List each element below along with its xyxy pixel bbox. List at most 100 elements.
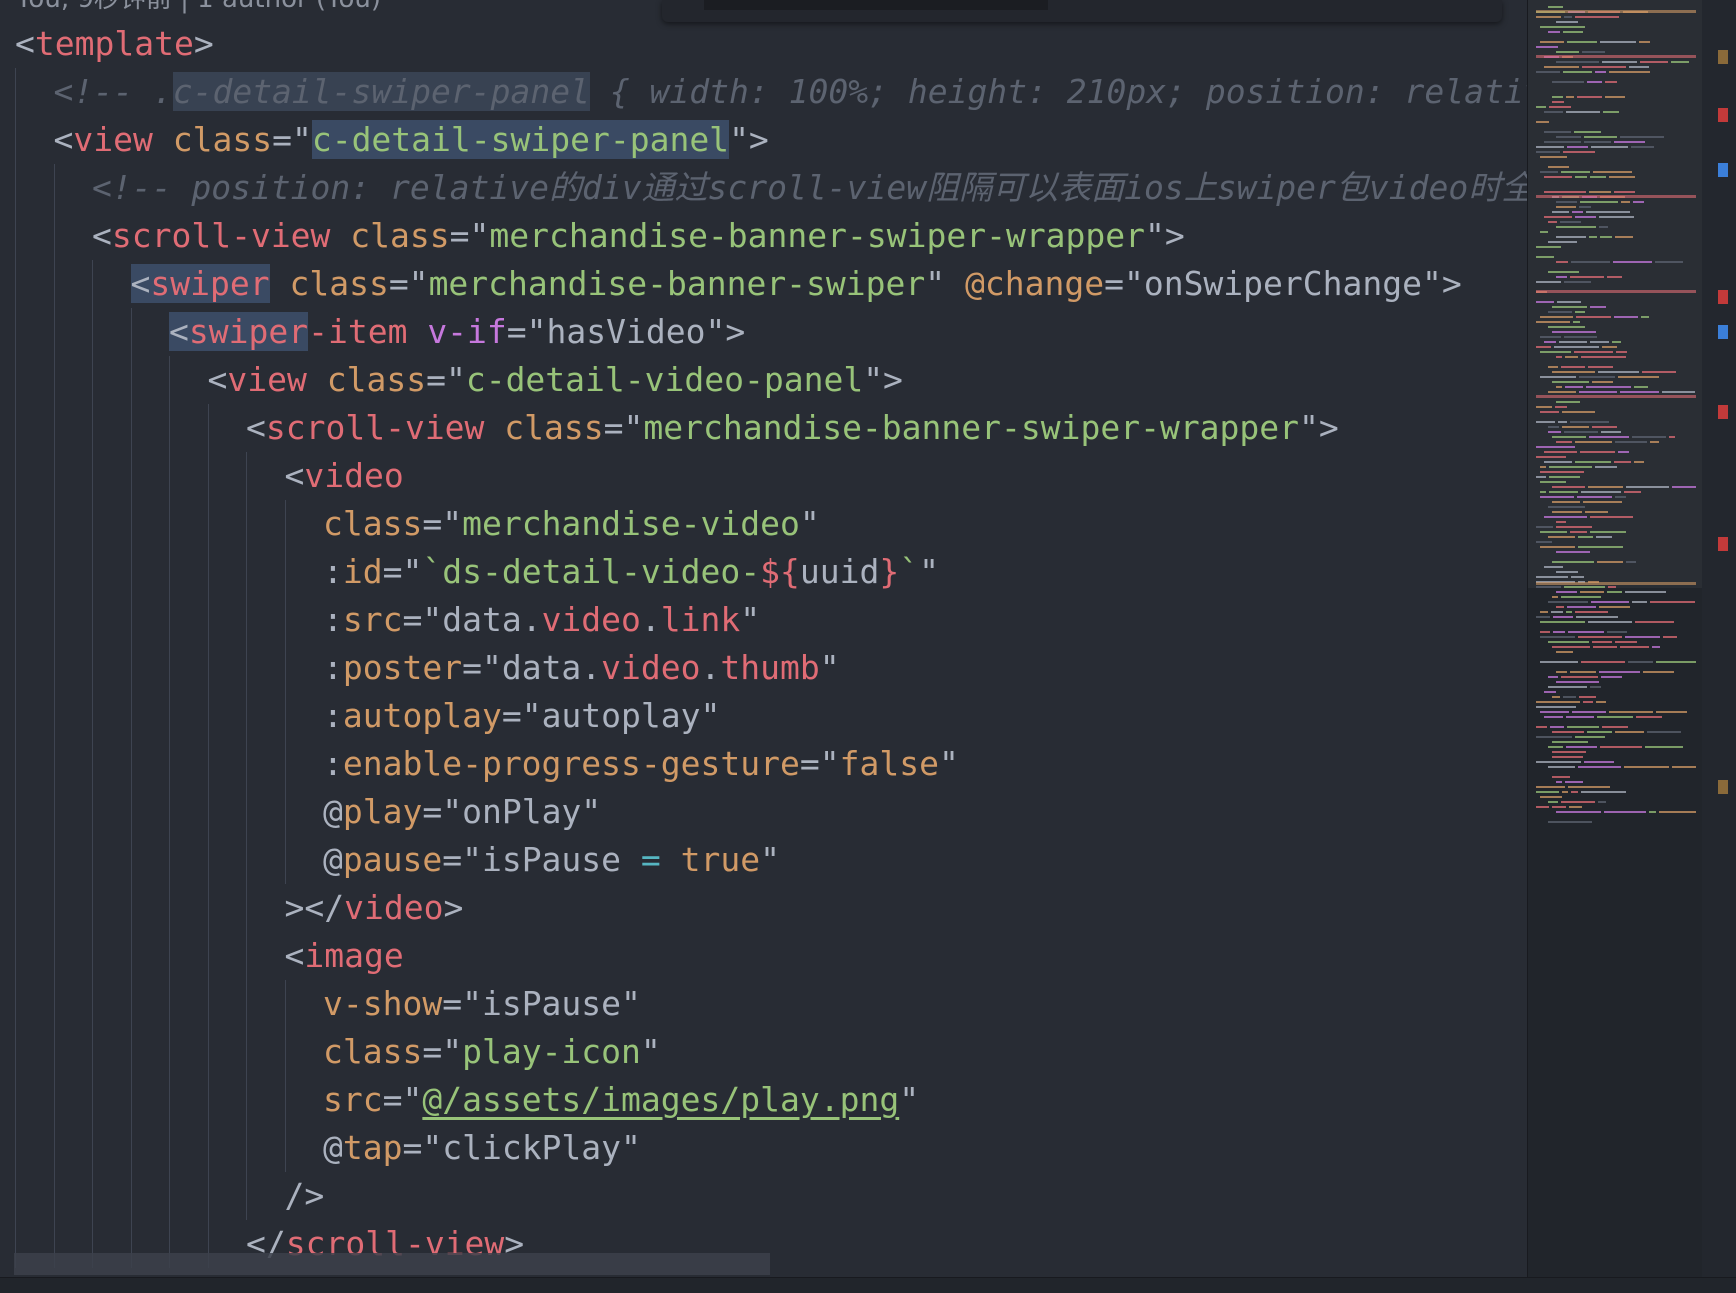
minimap[interactable] (1527, 0, 1703, 1277)
minimap-code-stroke (1536, 726, 1547, 728)
code-line[interactable]: :enable-progress-gesture="false" (0, 740, 1527, 788)
minimap-code-stroke (1552, 96, 1563, 98)
minimap-code-stroke (1588, 366, 1613, 368)
minimap-code-stroke (1540, 491, 1546, 493)
indent-guide (15, 212, 16, 260)
code-line[interactable]: :poster="data.video.thumb" (0, 644, 1527, 692)
minimap-code-stroke (1583, 501, 1622, 503)
minimap-code-stroke (1544, 191, 1586, 193)
minimap-code-stroke (1620, 646, 1649, 648)
code-token: ="onPlay" (422, 792, 602, 831)
code-line[interactable]: <swiper class="merchandise-banner-swiper… (0, 260, 1527, 308)
minimap-code-stroke (1536, 706, 1576, 708)
minimap-highlight-marker (1536, 10, 1696, 13)
code-token: view (73, 120, 153, 159)
code-editor[interactable]: You, 9秒钟前 | 1 author (You) <template><!-… (0, 0, 1527, 1292)
minimap-code-stroke (1578, 636, 1622, 638)
indent-guide (92, 596, 93, 644)
code-line[interactable]: @play="onPlay" (0, 788, 1527, 836)
minimap-code-stroke (1574, 131, 1601, 133)
overview-ruler[interactable] (1702, 0, 1736, 1277)
indent-guide (15, 500, 16, 548)
minimap-code-stroke (1540, 611, 1548, 613)
code-line[interactable]: <view class="c-detail-swiper-panel"> (0, 116, 1527, 164)
indent-guide (169, 788, 170, 836)
minimap-code-stroke (1536, 476, 1546, 478)
code-line[interactable]: class="play-icon" (0, 1028, 1527, 1076)
code-text: <swiper-item v-if="hasVideo"> (169, 308, 745, 356)
code-line[interactable]: class="merchandise-video" (0, 500, 1527, 548)
code-line[interactable]: <template> (0, 20, 1527, 68)
minimap-code-stroke (1552, 486, 1585, 488)
code-token: ${ (760, 552, 800, 591)
minimap-code-stroke (1614, 141, 1645, 143)
indent-guide (92, 932, 93, 980)
minimap-code-stroke (1556, 681, 1599, 683)
minimap-code-stroke (1540, 631, 1550, 633)
code-token: merchandise-banner-swiper-wrapper (489, 216, 1146, 255)
find-widget-bar[interactable] (662, 0, 1502, 22)
code-token: merchandise-banner-swiper-wrapper (643, 408, 1300, 447)
indent-guide (284, 836, 286, 884)
code-token: -item (308, 312, 408, 351)
indent-guide (207, 836, 209, 884)
minimap-viewport-slider[interactable] (1528, 0, 1703, 588)
code-line[interactable]: /> (0, 1172, 1527, 1220)
code-token: play (342, 792, 423, 831)
minimap-code-stroke (1556, 571, 1578, 573)
code-line[interactable]: :autoplay="autoplay" (0, 692, 1527, 740)
minimap-code-stroke (1584, 761, 1614, 763)
minimap-code-stroke (1575, 736, 1605, 738)
horizontal-scrollbar[interactable] (14, 1253, 770, 1275)
minimap-code-stroke (1613, 261, 1652, 263)
code-line[interactable]: ></video> (0, 884, 1527, 932)
code-line[interactable]: <view class="c-detail-video-panel"> (0, 356, 1527, 404)
code-line[interactable]: @pause="isPause = true" (0, 836, 1527, 884)
minimap-code-stroke (1536, 806, 1549, 808)
code-text: v-show="isPause" (323, 980, 641, 1028)
indent-guide (246, 932, 247, 980)
minimap-code-stroke (1565, 386, 1583, 388)
indent-guide (284, 500, 286, 548)
code-line[interactable]: src="@/assets/images/play.png" (0, 1076, 1527, 1124)
code-text: <template> (15, 20, 214, 68)
indent-guide (207, 1028, 209, 1076)
minimap-code-stroke (1650, 601, 1695, 603)
minimap-code-stroke (1612, 341, 1621, 343)
indent-guide (130, 740, 132, 788)
indent-guide (284, 1028, 286, 1076)
code-line[interactable]: @tap="clickPlay" (0, 1124, 1527, 1172)
code-line[interactable]: <!-- position: relative的div通过scroll-view… (0, 164, 1527, 212)
code-line[interactable]: <swiper-item v-if="hasVideo"> (0, 308, 1527, 356)
minimap-code-stroke (1592, 641, 1612, 643)
minimap-code-stroke (1556, 356, 1562, 358)
code-line[interactable]: <image (0, 932, 1527, 980)
indent-guide (53, 1124, 55, 1172)
minimap-code-stroke (1564, 431, 1598, 433)
code-token: ="data. (462, 648, 602, 687)
indent-guide (92, 1172, 93, 1220)
minimap-code-stroke (1615, 441, 1647, 443)
minimap-code-stroke (1593, 171, 1632, 173)
minimap-code-stroke (1609, 176, 1635, 178)
minimap-code-stroke (1552, 806, 1566, 808)
code-line[interactable]: :id="`ds-detail-video-${uuid}`" (0, 548, 1527, 596)
code-text: class="merchandise-video" (323, 500, 820, 548)
code-line[interactable]: v-show="isPause" (0, 980, 1527, 1028)
minimap-code-stroke (1540, 316, 1573, 318)
minimap-code-stroke (1652, 646, 1660, 648)
indent-guide (15, 164, 16, 212)
minimap-code-stroke (1548, 431, 1561, 433)
code-line[interactable]: :src="data.video.link" (0, 596, 1527, 644)
indent-guide (53, 788, 55, 836)
code-line[interactable]: <!-- .c-detail-swiper-panel { width: 100… (0, 68, 1527, 116)
minimap-code-stroke (1626, 486, 1669, 488)
code-line[interactable]: <scroll-view class="merchandise-banner-s… (0, 212, 1527, 260)
code-line[interactable]: <scroll-view class="merchandise-banner-s… (0, 404, 1527, 452)
minimap-code-stroke (1640, 61, 1668, 63)
minimap-code-stroke (1582, 51, 1605, 53)
minimap-code-stroke (1629, 66, 1649, 68)
code-line[interactable]: <video (0, 452, 1527, 500)
code-token: @ (323, 792, 343, 831)
